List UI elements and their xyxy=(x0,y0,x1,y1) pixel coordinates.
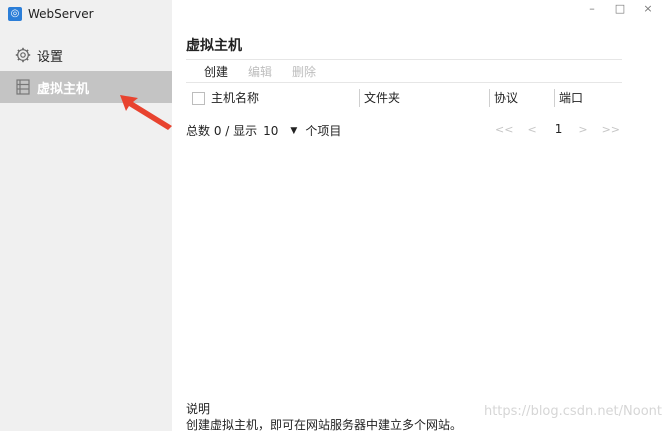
column-header-host-name[interactable]: 主机名称 xyxy=(211,88,259,108)
gear-icon xyxy=(14,46,32,64)
sidebar: ◎ WebServer 设置 虚拟主机 xyxy=(0,0,172,431)
next-page-button[interactable]: > xyxy=(578,123,587,136)
items-unit-text: 个项目 xyxy=(305,124,342,138)
current-page-number[interactable]: 1 xyxy=(555,122,563,136)
close-button[interactable]: × xyxy=(634,2,662,18)
prev-page-button[interactable]: < xyxy=(527,123,536,136)
description-title: 说明 xyxy=(186,402,211,416)
toolbar: 创建 编辑 删除 xyxy=(186,59,622,83)
table-header: 主机名称 文件夹 协议 端口 xyxy=(186,88,622,108)
sidebar-item-label: 虚拟主机 xyxy=(37,81,90,97)
caret-down-icon[interactable]: ▼ xyxy=(290,126,297,136)
main-panel: 虚拟主机 创建 编辑 删除 主机名称 文件夹 协议 端口 总数 0 / 显示 1… xyxy=(186,0,622,431)
total-count-text: 总数 0 / 显示 xyxy=(186,124,258,138)
page-title: 虚拟主机 xyxy=(186,38,242,54)
globe-icon: ◎ xyxy=(8,7,22,21)
column-divider[interactable] xyxy=(359,89,360,107)
pagination: << < 1 > >> xyxy=(481,122,620,136)
app-name: WebServer xyxy=(28,7,94,21)
column-header-port[interactable]: 端口 xyxy=(559,88,583,108)
sidebar-item-label: 设置 xyxy=(37,49,64,65)
column-divider[interactable] xyxy=(489,89,490,107)
annotation-arrow-icon xyxy=(120,95,172,130)
column-header-protocol[interactable]: 协议 xyxy=(494,88,518,108)
app-title-bar: ◎ WebServer xyxy=(8,7,94,21)
list-icon xyxy=(14,78,32,96)
pager-info: 总数 0 / 显示 10 ▼ 个项目 xyxy=(186,122,341,139)
description-section: 说明 创建虚拟主机，即可在网站服务器中建立多个网站。 xyxy=(186,401,462,433)
column-header-folder[interactable]: 文件夹 xyxy=(364,88,400,108)
create-button[interactable]: 创建 xyxy=(204,63,228,80)
column-divider[interactable] xyxy=(554,89,555,107)
first-page-button[interactable]: << xyxy=(495,123,513,136)
last-page-button[interactable]: >> xyxy=(602,123,620,136)
delete-button[interactable]: 删除 xyxy=(292,63,316,80)
page-size-select[interactable]: 10 xyxy=(263,124,278,138)
watermark-text: https://blog.csdn.net/Noont xyxy=(483,404,662,419)
sidebar-item-settings[interactable]: 设置 xyxy=(0,39,172,71)
select-all-checkbox[interactable] xyxy=(192,92,205,105)
edit-button[interactable]: 编辑 xyxy=(248,63,272,80)
